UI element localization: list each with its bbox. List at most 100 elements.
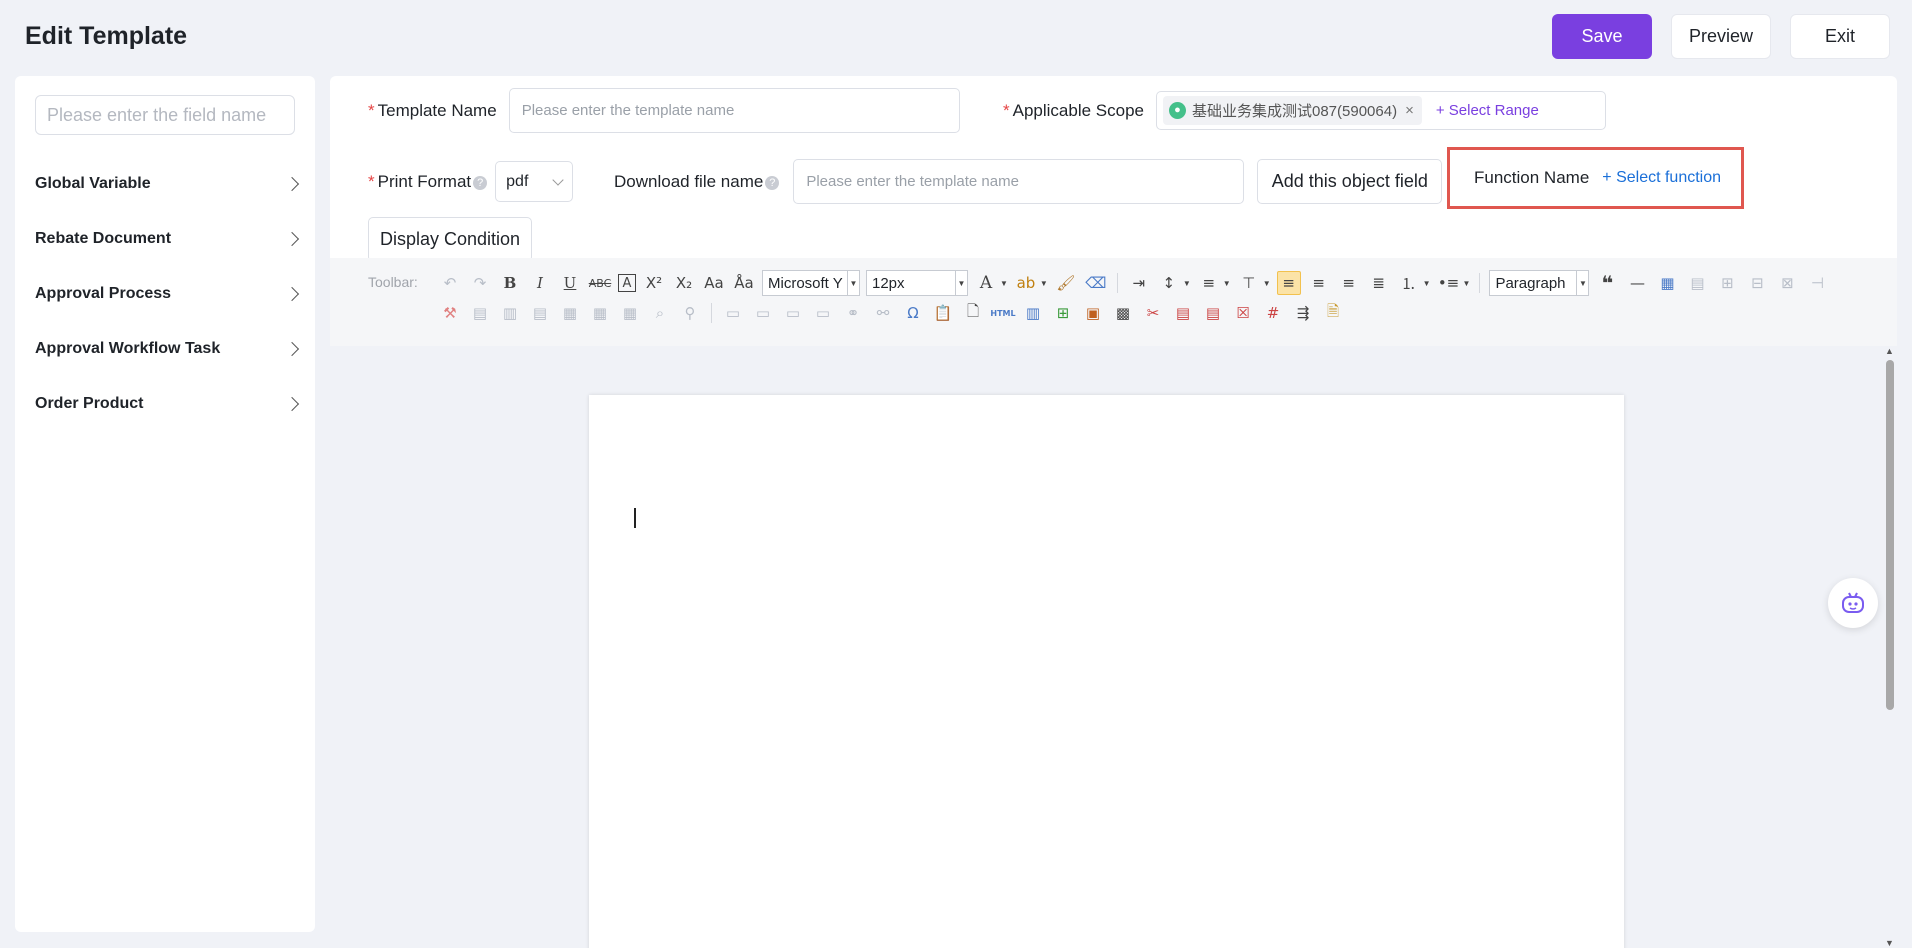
special-char-icon[interactable]: Ω	[901, 301, 925, 325]
scope-tag-text: 基础业务集成测试087(590064)	[1192, 103, 1398, 120]
add-object-field-button[interactable]: Add this object field	[1257, 159, 1443, 204]
page-number-icon[interactable]: #	[1261, 301, 1285, 325]
sidebar-item-order-product[interactable]: Order Product	[35, 376, 303, 431]
eraser-icon[interactable]: ⌫	[1084, 271, 1108, 295]
insert-image-icon[interactable]: ▣	[1081, 301, 1105, 325]
font-color-icon[interactable]: A	[974, 271, 998, 295]
insert-table-icon[interactable]: ▦	[1655, 271, 1679, 295]
page-break-icon[interactable]: ⇶	[1291, 301, 1315, 325]
new-document-icon[interactable]: 🗋	[961, 301, 985, 325]
help-icon[interactable]: ?	[473, 175, 488, 190]
download-filename-input[interactable]	[793, 159, 1245, 204]
paragraph-spacing-icon[interactable]: ≡	[1197, 271, 1221, 295]
dropdown-arrow-icon[interactable]: ▼	[1263, 279, 1271, 288]
template-doc-icon[interactable]: 🗎	[1321, 301, 1345, 325]
sidebar-item-global-variable[interactable]: Global Variable	[35, 156, 303, 211]
image-block-icon[interactable]: ▭	[811, 301, 835, 325]
ai-assistant-button[interactable]	[1828, 578, 1878, 628]
split-cells-icon[interactable]: ▤	[468, 301, 492, 325]
search-replace-icon[interactable]: ⌕	[648, 301, 672, 325]
unordered-list-icon[interactable]: •≡	[1437, 271, 1461, 295]
blockquote-icon[interactable]: ❝	[1595, 271, 1619, 295]
template-name-input[interactable]	[508, 88, 960, 133]
find-icon[interactable]: ⚲	[678, 301, 702, 325]
superscript-icon[interactable]: X²	[642, 271, 666, 295]
font-border-icon[interactable]: A	[618, 274, 636, 292]
align-justify-icon[interactable]: ≣	[1367, 271, 1391, 295]
row-above-icon[interactable]: ▤	[528, 301, 552, 325]
insert-frame-icon[interactable]: ⊞	[1051, 301, 1075, 325]
scroll-up-icon[interactable]: ▲	[1885, 346, 1894, 356]
column-left-icon[interactable]: ▦	[588, 301, 612, 325]
delete-section-icon[interactable]: ☒	[1231, 301, 1255, 325]
scrollbar-thumb[interactable]	[1886, 360, 1894, 710]
scope-selector[interactable]: ● 基础业务集成测试087(590064) × + Select Range	[1156, 91, 1606, 130]
link-icon[interactable]: ⚭	[841, 301, 865, 325]
bold-icon[interactable]: B	[498, 271, 522, 295]
strikethrough-icon[interactable]: ABC	[588, 271, 612, 295]
align-left-icon[interactable]: ≡	[1276, 271, 1301, 295]
cut-icon[interactable]: ✂	[1141, 301, 1165, 325]
unlink-icon[interactable]: ⚯	[871, 301, 895, 325]
vertical-align-icon[interactable]: ⊤	[1237, 271, 1261, 295]
font-size-select[interactable]: 12px ▼	[866, 270, 968, 296]
image-center-icon[interactable]: ▭	[781, 301, 805, 325]
close-icon[interactable]: ×	[1405, 102, 1414, 119]
paragraph-format-select[interactable]: Paragraph ▼	[1489, 270, 1590, 296]
cell-align-icon[interactable]: ▥	[498, 301, 522, 325]
italic-icon[interactable]: I	[528, 271, 552, 295]
highlight-color-icon[interactable]: ab	[1014, 271, 1038, 295]
qrcode-icon[interactable]: ▩	[1111, 301, 1135, 325]
select-function-link[interactable]: + Select function	[1602, 169, 1721, 187]
align-center-icon[interactable]: ≡	[1307, 271, 1331, 295]
line-height-icon[interactable]: ↕	[1157, 271, 1181, 295]
field-search-input[interactable]	[35, 95, 295, 135]
sidebar-item-approval-workflow-task[interactable]: Approval Workflow Task	[35, 321, 303, 376]
document-page[interactable]	[589, 395, 1624, 948]
format-painter-icon[interactable]: 🖌	[1054, 271, 1078, 295]
html-source-icon[interactable]: HTML	[990, 301, 1015, 325]
dropdown-arrow-icon[interactable]: ▼	[1000, 279, 1008, 288]
display-condition-button[interactable]: Display Condition	[368, 217, 532, 262]
undo-icon[interactable]: ↶	[438, 271, 462, 295]
row-below-icon[interactable]: ▦	[558, 301, 582, 325]
editor-scrollbar[interactable]: ▲ ▼	[1883, 346, 1897, 948]
subscript-icon[interactable]: X₂	[672, 271, 696, 295]
column-right-icon[interactable]: ▦	[618, 301, 642, 325]
insert-column-icon[interactable]: ⊟	[1745, 271, 1769, 295]
text-case-icon[interactable]: Aa	[702, 271, 726, 295]
dropdown-arrow-icon[interactable]: ▼	[1463, 279, 1471, 288]
text-case-alt-icon[interactable]: Åa	[732, 271, 756, 295]
delete-column-icon[interactable]: ⊠	[1775, 271, 1799, 295]
insert-row-icon[interactable]: ⊞	[1715, 271, 1739, 295]
paste-text-icon[interactable]: 📋	[931, 301, 955, 325]
sidebar-item-rebate-document[interactable]: Rebate Document	[35, 211, 303, 266]
exit-button[interactable]: Exit	[1790, 14, 1890, 59]
preview-button[interactable]: Preview	[1671, 14, 1771, 59]
select-range-link[interactable]: + Select Range	[1436, 102, 1539, 119]
font-family-select[interactable]: Microsoft Y ▼	[762, 270, 860, 296]
dropdown-arrow-icon[interactable]: ▼	[1040, 279, 1048, 288]
indent-icon[interactable]: ⇥	[1127, 271, 1151, 295]
help-icon[interactable]: ?	[765, 175, 780, 190]
redo-icon[interactable]: ↷	[468, 271, 492, 295]
dropdown-arrow-icon[interactable]: ▼	[1223, 279, 1231, 288]
sidebar-item-approval-process[interactable]: Approval Process	[35, 266, 303, 321]
scroll-down-icon[interactable]: ▼	[1885, 938, 1894, 948]
delete-table-icon[interactable]: ⊣	[1805, 271, 1829, 295]
underline-icon[interactable]: U	[558, 271, 582, 295]
image-right-icon[interactable]: ▭	[751, 301, 775, 325]
merge-cells-icon[interactable]: ⚒	[438, 301, 462, 325]
page-footer-icon[interactable]: ▤	[1201, 301, 1225, 325]
ordered-list-icon[interactable]: ⒈	[1397, 271, 1421, 295]
dropdown-arrow-icon[interactable]: ▼	[1423, 279, 1431, 288]
table-properties-icon[interactable]: ▤	[1685, 271, 1709, 295]
column-layout-icon[interactable]: ▥	[1021, 301, 1045, 325]
horizontal-rule-icon[interactable]: —	[1625, 271, 1649, 295]
image-left-icon[interactable]: ▭	[721, 301, 745, 325]
page-header-icon[interactable]: ▤	[1171, 301, 1195, 325]
print-format-select[interactable]: pdf	[495, 161, 574, 202]
align-right-icon[interactable]: ≡	[1337, 271, 1361, 295]
dropdown-arrow-icon[interactable]: ▼	[1183, 279, 1191, 288]
save-button[interactable]: Save	[1552, 14, 1652, 59]
